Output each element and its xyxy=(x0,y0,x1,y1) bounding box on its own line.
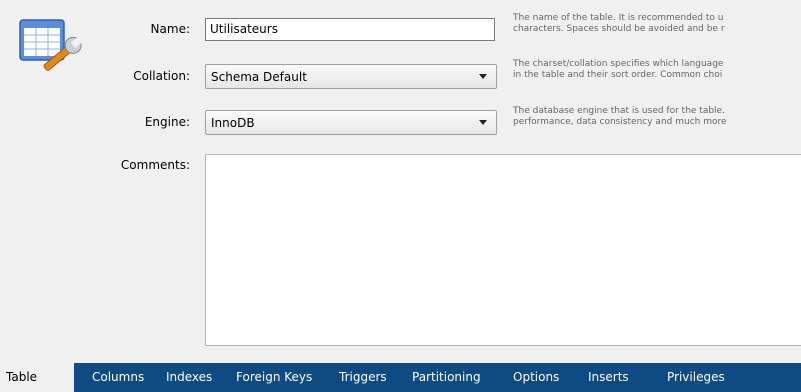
comments-label: Comments: xyxy=(120,158,190,172)
collation-select[interactable]: Schema Default xyxy=(205,64,497,89)
editor-tab-bar: Table Columns Indexes Foreign Keys Trigg… xyxy=(0,363,801,392)
collation-help-line-2: in the table and their sort order. Commo… xyxy=(513,70,723,80)
tab-indexes[interactable]: Indexes xyxy=(166,363,212,392)
name-help: The name of the table. It is recommended… xyxy=(513,13,801,35)
tab-partitioning[interactable]: Partitioning xyxy=(412,363,481,392)
collation-help-line-1: The charset/collation specifies which la… xyxy=(513,59,724,69)
engine-selected-value: InnoDB xyxy=(211,116,255,130)
tab-inserts[interactable]: Inserts xyxy=(588,363,629,392)
name-help-line-1: The name of the table. It is recommended… xyxy=(513,13,724,23)
comments-textarea[interactable] xyxy=(205,154,801,346)
tab-table[interactable]: Table xyxy=(0,363,74,392)
engine-select[interactable]: InnoDB xyxy=(205,110,497,135)
tab-triggers[interactable]: Triggers xyxy=(339,363,387,392)
tab-columns[interactable]: Columns xyxy=(92,363,144,392)
collation-label: Collation: xyxy=(133,69,190,83)
engine-help-line-2: performance, data consistency and much m… xyxy=(513,117,727,127)
table-editor-icon xyxy=(18,14,86,78)
tab-options[interactable]: Options xyxy=(513,363,559,392)
chevron-down-icon xyxy=(479,74,487,79)
collation-selected-value: Schema Default xyxy=(211,70,307,84)
engine-help: The database engine that is used for the… xyxy=(513,106,801,128)
engine-help-line-1: The database engine that is used for the… xyxy=(513,106,725,116)
tab-foreign-keys[interactable]: Foreign Keys xyxy=(236,363,312,392)
collation-help: The charset/collation specifies which la… xyxy=(513,59,801,81)
name-input[interactable]: Utilisateurs xyxy=(205,18,495,41)
engine-label: Engine: xyxy=(144,115,190,129)
name-help-line-2: characters. Spaces should be avoided and… xyxy=(513,24,725,34)
name-label: Name: xyxy=(150,22,190,36)
chevron-down-icon xyxy=(479,120,487,125)
tab-privileges[interactable]: Privileges xyxy=(667,363,725,392)
